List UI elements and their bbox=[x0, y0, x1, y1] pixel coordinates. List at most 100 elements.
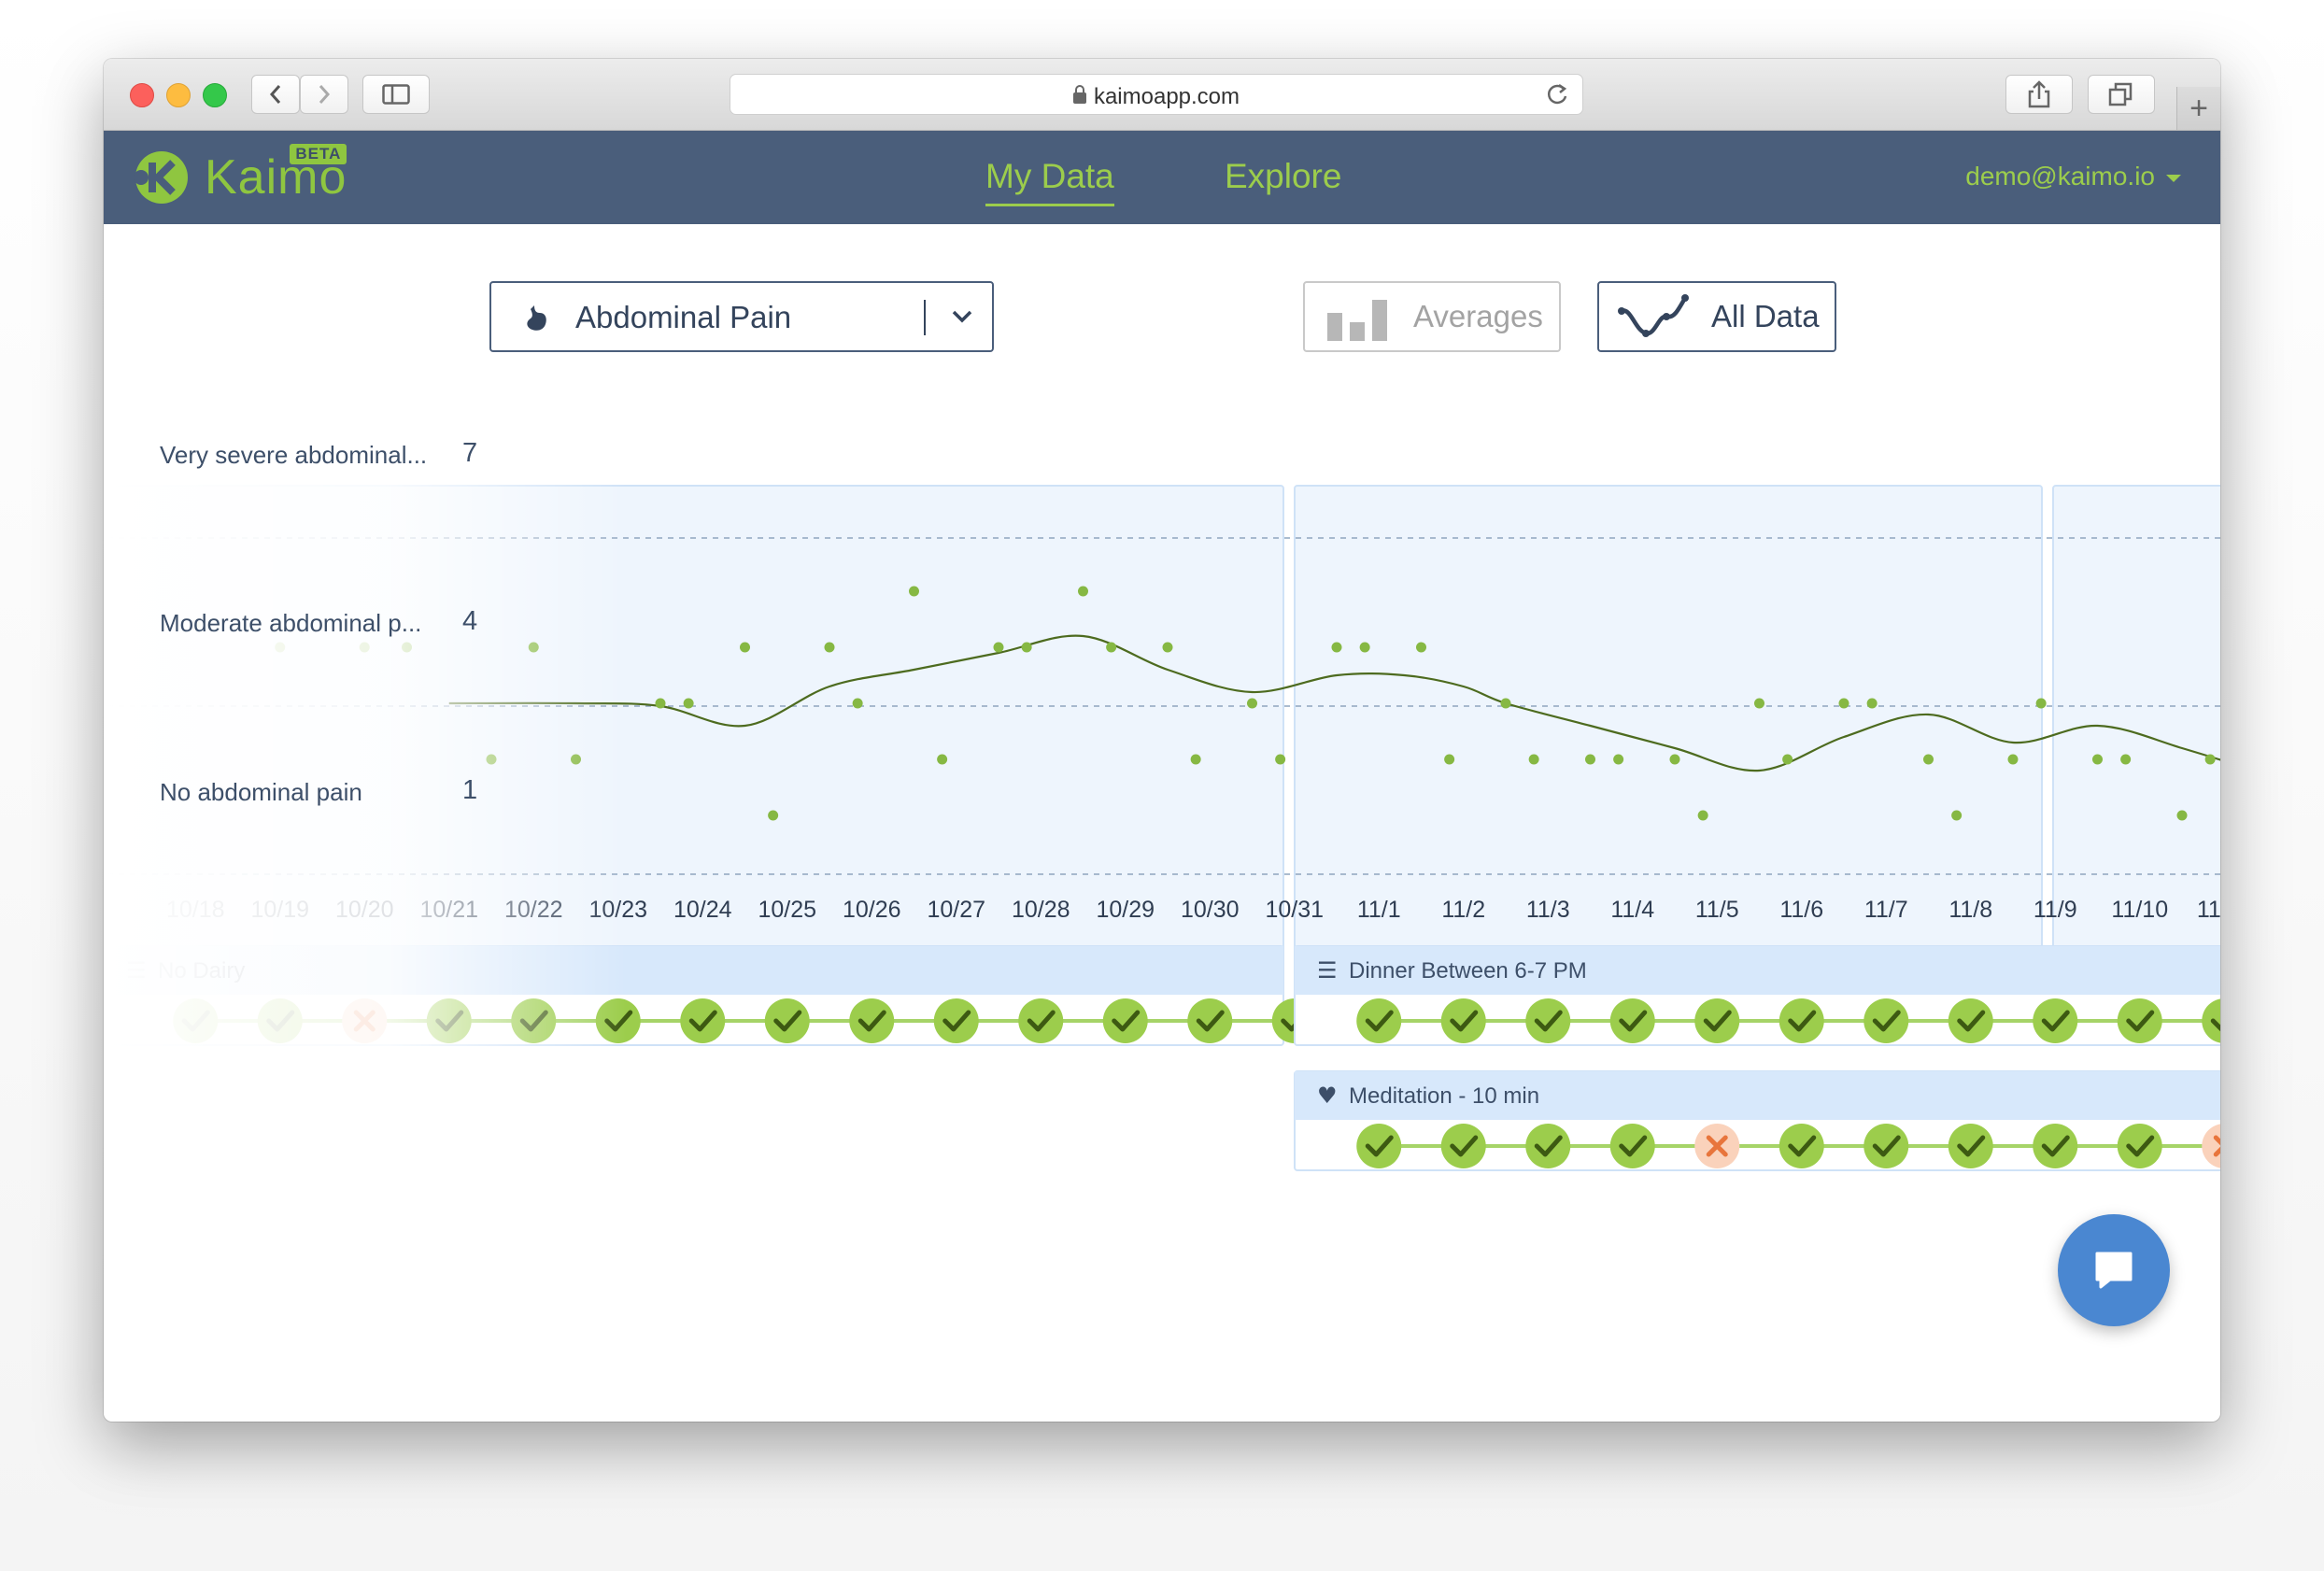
data-point bbox=[655, 698, 666, 709]
habit-done-marker bbox=[1609, 998, 1655, 1043]
nav-explore[interactable]: Explore bbox=[1225, 157, 1341, 196]
data-point bbox=[1190, 754, 1201, 765]
share-icon bbox=[2028, 80, 2050, 108]
x-tick-label: 11/6 bbox=[1779, 897, 1823, 923]
address-bar[interactable]: kaimoapp.com bbox=[730, 74, 1583, 115]
heart-icon: ♥ bbox=[1317, 1083, 1338, 1109]
x-tick-label: 10/25 bbox=[758, 897, 816, 923]
habit-done-marker bbox=[2117, 998, 2162, 1043]
new-tab-button[interactable]: + bbox=[2176, 87, 2220, 130]
back-button[interactable] bbox=[251, 75, 300, 114]
y-label-1: No abdominal pain bbox=[160, 778, 362, 806]
share-button[interactable] bbox=[2005, 75, 2073, 114]
x-tick-label: 10/31 bbox=[1265, 897, 1324, 923]
kaimo-logo-icon bbox=[134, 151, 188, 204]
caret-down-icon bbox=[2166, 174, 2181, 182]
x-tick-label: 11/1 bbox=[1357, 897, 1401, 923]
nav-my-data[interactable]: My Data bbox=[985, 157, 1114, 206]
symptom-select[interactable]: Abdominal Pain bbox=[489, 281, 994, 352]
habit-done-marker bbox=[849, 998, 895, 1043]
lock-icon bbox=[1072, 85, 1086, 104]
utensils-icon: ☰ bbox=[1317, 957, 1338, 984]
habit-name: Meditation - 10 min bbox=[1349, 1083, 1539, 1109]
symptom-chart: 10/1810/1910/2010/2110/2210/2310/2410/25… bbox=[104, 418, 2220, 1171]
zoom-window-button[interactable] bbox=[203, 83, 227, 107]
x-tick-label: 10/27 bbox=[927, 897, 985, 923]
app-logo[interactable]: Kaimo BETA bbox=[132, 144, 347, 207]
habit-done-marker bbox=[1778, 998, 1824, 1043]
stomach-icon bbox=[527, 305, 546, 331]
data-point bbox=[909, 586, 919, 597]
reload-icon[interactable] bbox=[1545, 82, 1569, 106]
data-point bbox=[1021, 642, 1032, 653]
y-label-7: Very severe abdominal... bbox=[160, 441, 428, 469]
browser-toolbar: kaimoapp.com + bbox=[104, 59, 2220, 131]
habit-done-marker bbox=[1440, 1124, 1486, 1168]
habit-done-marker bbox=[1018, 998, 1064, 1043]
x-tick-label: 11/11 bbox=[2197, 897, 2220, 923]
data-point bbox=[1106, 642, 1117, 653]
y-tick-7: 7 bbox=[462, 438, 478, 468]
data-point bbox=[1359, 642, 1370, 653]
chat-button[interactable] bbox=[2058, 1214, 2170, 1326]
minimize-window-button[interactable] bbox=[166, 83, 191, 107]
x-tick-label: 11/10 bbox=[2111, 897, 2168, 923]
data-point bbox=[1754, 698, 1764, 709]
x-tick-label: 11/4 bbox=[1610, 897, 1654, 923]
data-point bbox=[1669, 754, 1680, 765]
data-point bbox=[1838, 698, 1849, 709]
habit-done-marker bbox=[2033, 1124, 2078, 1168]
data-point bbox=[1500, 698, 1511, 709]
data-point bbox=[2007, 754, 2019, 765]
brand-name: Kaimo BETA bbox=[205, 144, 347, 205]
x-tick-label: 11/8 bbox=[1948, 897, 1992, 923]
plus-icon: + bbox=[2189, 90, 2208, 126]
all-data-button[interactable]: All Data bbox=[1597, 281, 1836, 352]
habit-done-marker bbox=[1102, 998, 1148, 1043]
habit-name: Dinner Between 6-7 PM bbox=[1349, 958, 1587, 984]
data-point bbox=[937, 754, 948, 765]
averages-button[interactable]: Averages bbox=[1303, 281, 1561, 352]
line-chart-icon bbox=[1618, 294, 1689, 337]
symptom-select-label: Abdominal Pain bbox=[575, 300, 792, 334]
forward-button[interactable] bbox=[300, 75, 348, 114]
habit-done-marker bbox=[1440, 998, 1486, 1043]
data-point bbox=[1275, 754, 1286, 765]
habit-done-marker bbox=[1694, 998, 1740, 1043]
y-tick-1: 1 bbox=[462, 775, 478, 805]
data-point bbox=[1162, 642, 1173, 653]
tabs-overview-button[interactable] bbox=[2088, 75, 2155, 114]
sidebar-toggle-button[interactable] bbox=[362, 75, 430, 114]
x-tick-label: 11/5 bbox=[1695, 897, 1739, 923]
all-data-label: All Data bbox=[1711, 299, 1820, 333]
habit-done-marker bbox=[1863, 1124, 1909, 1168]
data-point bbox=[993, 642, 1004, 653]
close-window-button[interactable] bbox=[130, 83, 154, 107]
sidebar-icon bbox=[382, 84, 410, 105]
data-point bbox=[683, 698, 694, 709]
habit-done-marker bbox=[1863, 998, 1909, 1043]
x-tick-label: 10/24 bbox=[673, 897, 732, 923]
x-tick-label: 11/3 bbox=[1526, 897, 1570, 923]
habit-done-marker bbox=[1525, 1124, 1571, 1168]
fade-overlay bbox=[104, 418, 627, 1072]
data-point bbox=[1331, 642, 1342, 653]
data-point bbox=[740, 642, 750, 653]
habit-done-marker bbox=[764, 998, 810, 1043]
habit-done-marker bbox=[1948, 998, 1993, 1043]
data-point bbox=[1528, 754, 1539, 765]
chat-icon bbox=[2095, 1252, 2133, 1289]
data-point bbox=[1585, 754, 1595, 765]
beta-badge: BETA bbox=[290, 144, 347, 164]
y-tick-4: 4 bbox=[462, 606, 478, 636]
data-point bbox=[2204, 754, 2216, 765]
habit-done-marker bbox=[680, 998, 726, 1043]
app-header: Kaimo BETA My Data Explore demo@kaimo.io bbox=[104, 131, 2220, 224]
user-menu[interactable]: demo@kaimo.io bbox=[1965, 162, 2181, 191]
data-point bbox=[1951, 810, 1963, 821]
bar-chart-icon bbox=[1327, 300, 1387, 341]
x-tick-label: 10/28 bbox=[1012, 897, 1070, 923]
data-point bbox=[824, 642, 835, 653]
data-point bbox=[1782, 754, 1793, 765]
data-point bbox=[2092, 754, 2103, 765]
